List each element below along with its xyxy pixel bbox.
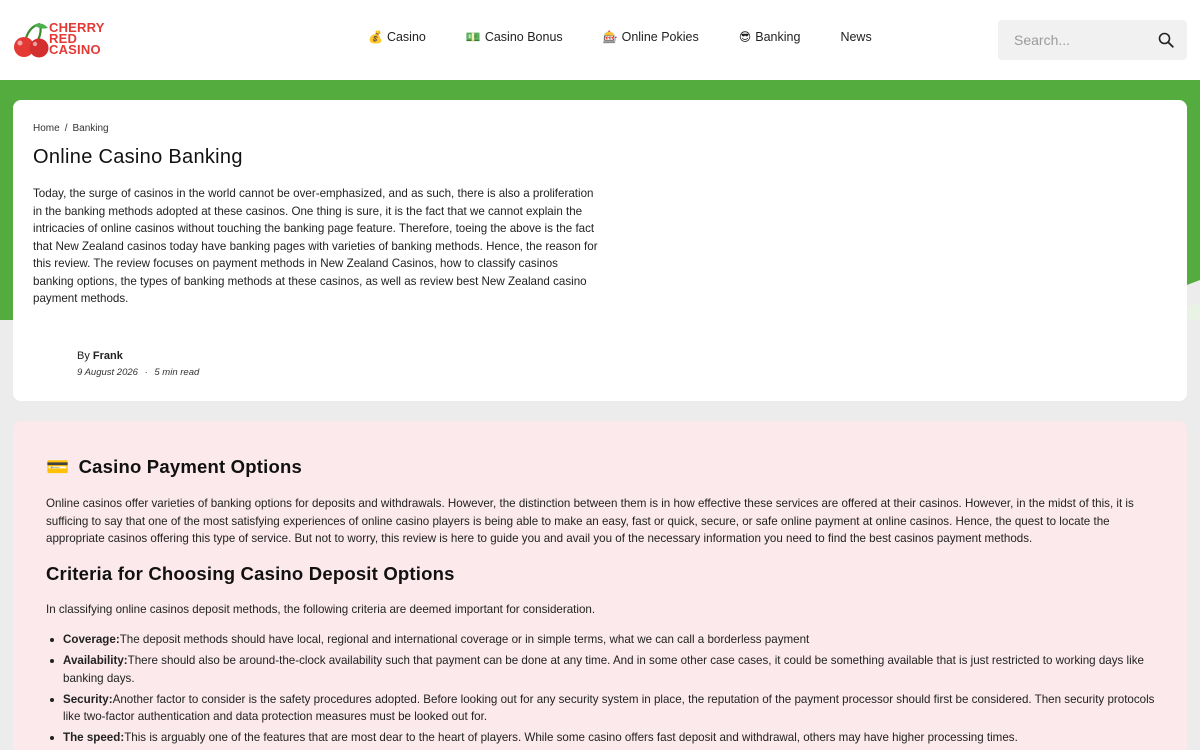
criteria-text: The deposit methods should have local, r… bbox=[119, 633, 810, 646]
article-meta: 9 August 2026 · 5 min read bbox=[77, 367, 199, 378]
list-item: Coverage:The deposit methods should have… bbox=[46, 631, 1158, 649]
search-input[interactable] bbox=[998, 20, 1148, 60]
criteria-text: This is arguably one of the features tha… bbox=[124, 731, 1018, 744]
nav-item-casino[interactable]: 💰 Casino bbox=[368, 28, 426, 46]
author-prefix: By bbox=[77, 350, 90, 362]
nav-label: Casino bbox=[386, 30, 426, 44]
criteria-term: The speed: bbox=[63, 731, 125, 744]
nav-label: Casino Bonus bbox=[484, 30, 563, 44]
breadcrumb-separator: / bbox=[64, 123, 68, 134]
author-byline: By Frank bbox=[77, 350, 123, 362]
slot-machine-icon: 🎰 bbox=[602, 30, 618, 44]
search-box bbox=[998, 20, 1187, 60]
author-link[interactable]: Frank bbox=[93, 350, 123, 362]
main-nav: 💰 Casino 💵 Casino Bonus 🎰 Online Pokies … bbox=[368, 28, 912, 46]
dollar-banknote-icon: 💵 bbox=[465, 30, 481, 44]
sunglasses-face-icon: 😎 bbox=[738, 30, 752, 44]
payment-options-paragraph: Online casinos offer varieties of bankin… bbox=[46, 497, 1134, 545]
nav-label: Online Pokies bbox=[621, 30, 699, 44]
site-header: CHERRY RED CASINO 💰 Casino 💵 Casino Bonu… bbox=[0, 0, 1200, 80]
nav-item-online-pokies[interactable]: 🎰 Online Pokies bbox=[603, 28, 699, 46]
criteria-term: Availability: bbox=[63, 654, 128, 667]
breadcrumb-banking-link[interactable]: Banking bbox=[72, 123, 108, 134]
heading-text: Casino Payment Options bbox=[78, 456, 302, 477]
criteria-text: Another factor to consider is the safety… bbox=[63, 692, 1155, 724]
criteria-list: Coverage:The deposit methods should have… bbox=[46, 631, 1158, 750]
breadcrumb-home-link[interactable]: Home bbox=[33, 123, 60, 134]
article-header-card: Home / Banking Online Casino Banking Tod… bbox=[13, 100, 1187, 401]
deposit-criteria-intro: In classifying online casinos deposit me… bbox=[46, 603, 596, 616]
nav-item-banking[interactable]: 😎 Banking bbox=[739, 28, 801, 46]
read-time: 5 min read bbox=[154, 367, 200, 378]
criteria-term: Coverage: bbox=[63, 633, 120, 646]
section-heading-deposit-criteria: Criteria for Choosing Casino Deposit Opt… bbox=[46, 563, 455, 584]
logo-line-3: CASINO bbox=[49, 42, 101, 57]
nav-label: Banking bbox=[755, 30, 801, 44]
publish-date: 9 August 2026 bbox=[77, 367, 138, 378]
article-content: 💳 Casino Payment Options Online casinos … bbox=[13, 421, 1187, 750]
list-item: Availability:There should also be around… bbox=[46, 652, 1158, 687]
logo-wordmark[interactable]: CHERRY RED CASINO bbox=[49, 21, 109, 57]
list-item: The speed:This is arguably one of the fe… bbox=[46, 729, 1158, 747]
money-bag-icon: 💰 bbox=[368, 30, 383, 44]
section-heading-payment-options: 💳 Casino Payment Options bbox=[46, 456, 302, 478]
list-item: Security:Another factor to consider is t… bbox=[46, 691, 1158, 726]
article-intro: Today, the surge of casinos in the world… bbox=[33, 187, 598, 305]
search-icon[interactable] bbox=[1158, 32, 1174, 48]
meta-separator: · bbox=[144, 367, 148, 378]
criteria-term: Security: bbox=[63, 692, 113, 706]
breadcrumb: Home / Banking bbox=[33, 123, 109, 134]
criteria-text: There should also be around-the-clock av… bbox=[63, 654, 1144, 685]
page-title: Online Casino Banking bbox=[33, 146, 243, 168]
nav-item-casino-bonus[interactable]: 💵 Casino Bonus bbox=[466, 28, 563, 46]
nav-item-news[interactable]: News bbox=[840, 28, 871, 46]
nav-label: News bbox=[840, 30, 872, 44]
credit-card-icon: 💳 bbox=[46, 456, 70, 477]
